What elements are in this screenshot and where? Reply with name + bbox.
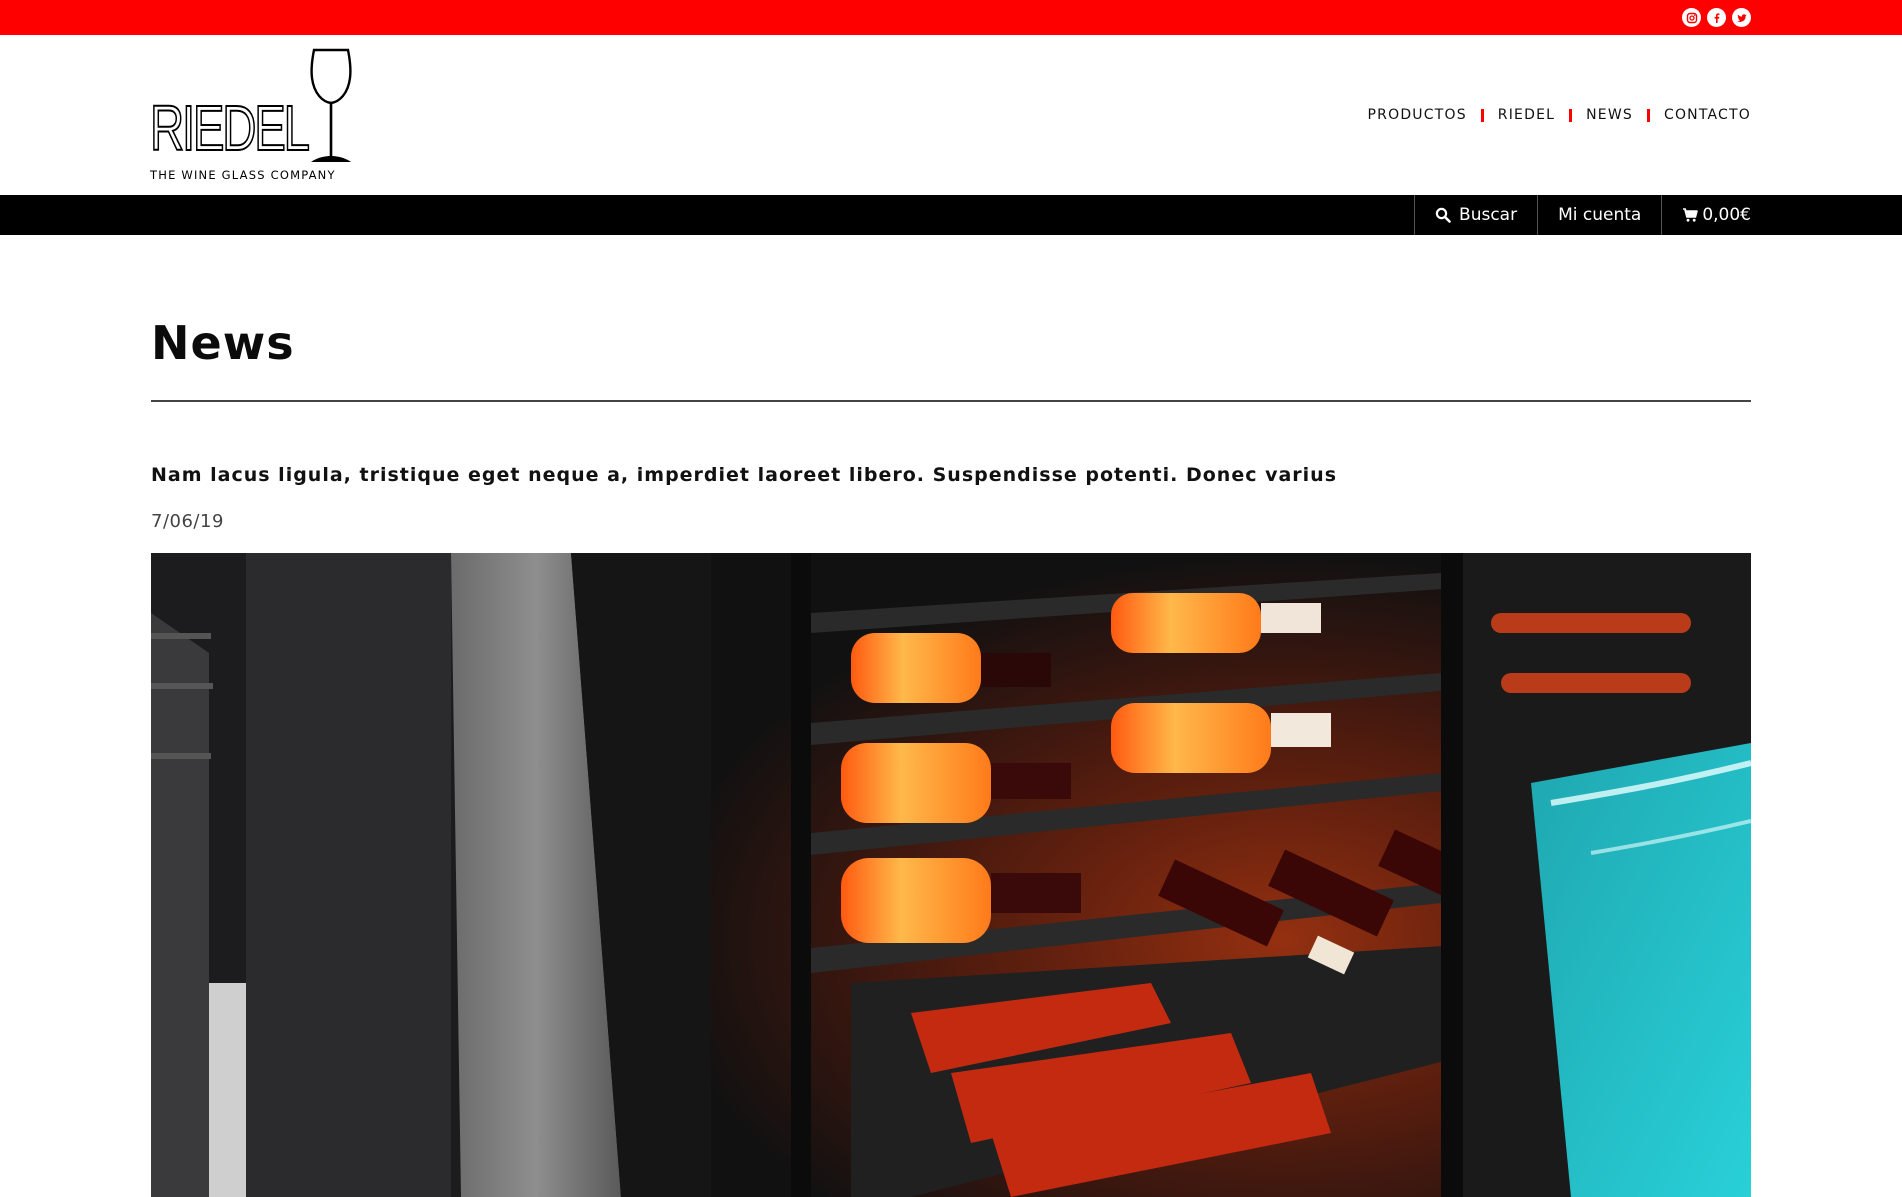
cart-icon <box>1683 208 1699 222</box>
nav-separator <box>1569 108 1573 122</box>
logo-wordmark: RIEDEL <box>149 92 310 164</box>
page-title: News <box>151 316 295 370</box>
title-divider <box>151 400 1751 402</box>
wine-glass-icon <box>310 48 352 162</box>
social-links <box>1682 8 1751 27</box>
account-link[interactable]: Mi cuenta <box>1537 195 1661 235</box>
cart-button[interactable]: 0,00€ <box>1661 195 1751 235</box>
top-bar <box>0 0 1902 35</box>
nav-item-contacto[interactable]: CONTACTO <box>1664 107 1751 123</box>
nav-item-productos[interactable]: PRODUCTOS <box>1368 107 1467 123</box>
post-featured-image[interactable] <box>151 553 1751 1197</box>
facebook-icon[interactable] <box>1707 8 1726 27</box>
twitter-icon[interactable] <box>1732 8 1751 27</box>
logo-tagline: THE WINE GLASS COMPANY <box>150 168 336 182</box>
search-label: Buscar <box>1459 205 1518 225</box>
post-title[interactable]: Nam lacus ligula, tristique eget neque a… <box>151 464 1337 486</box>
riedel-logo[interactable]: RIEDEL THE WINE GLASS COMPANY <box>149 48 354 182</box>
main-nav: PRODUCTOS RIEDEL NEWS CONTACTO <box>1368 107 1751 123</box>
post-date: 7/06/19 <box>151 511 224 532</box>
instagram-icon[interactable] <box>1682 8 1701 27</box>
nav-item-news[interactable]: NEWS <box>1586 107 1633 123</box>
nav-separator <box>1646 108 1650 122</box>
utility-bar: Buscar Mi cuenta 0,00€ <box>0 195 1902 235</box>
site-header: RIEDEL THE WINE GLASS COMPANY PRODUCTOS … <box>0 35 1902 195</box>
account-label: Mi cuenta <box>1558 205 1642 225</box>
nav-separator <box>1480 108 1484 122</box>
nav-item-riedel[interactable]: RIEDEL <box>1498 107 1555 123</box>
wine-cabinet-illustration <box>151 553 1751 1197</box>
search-button[interactable]: Buscar <box>1414 195 1537 235</box>
search-icon <box>1435 207 1451 223</box>
cart-total: 0,00€ <box>1702 205 1751 225</box>
